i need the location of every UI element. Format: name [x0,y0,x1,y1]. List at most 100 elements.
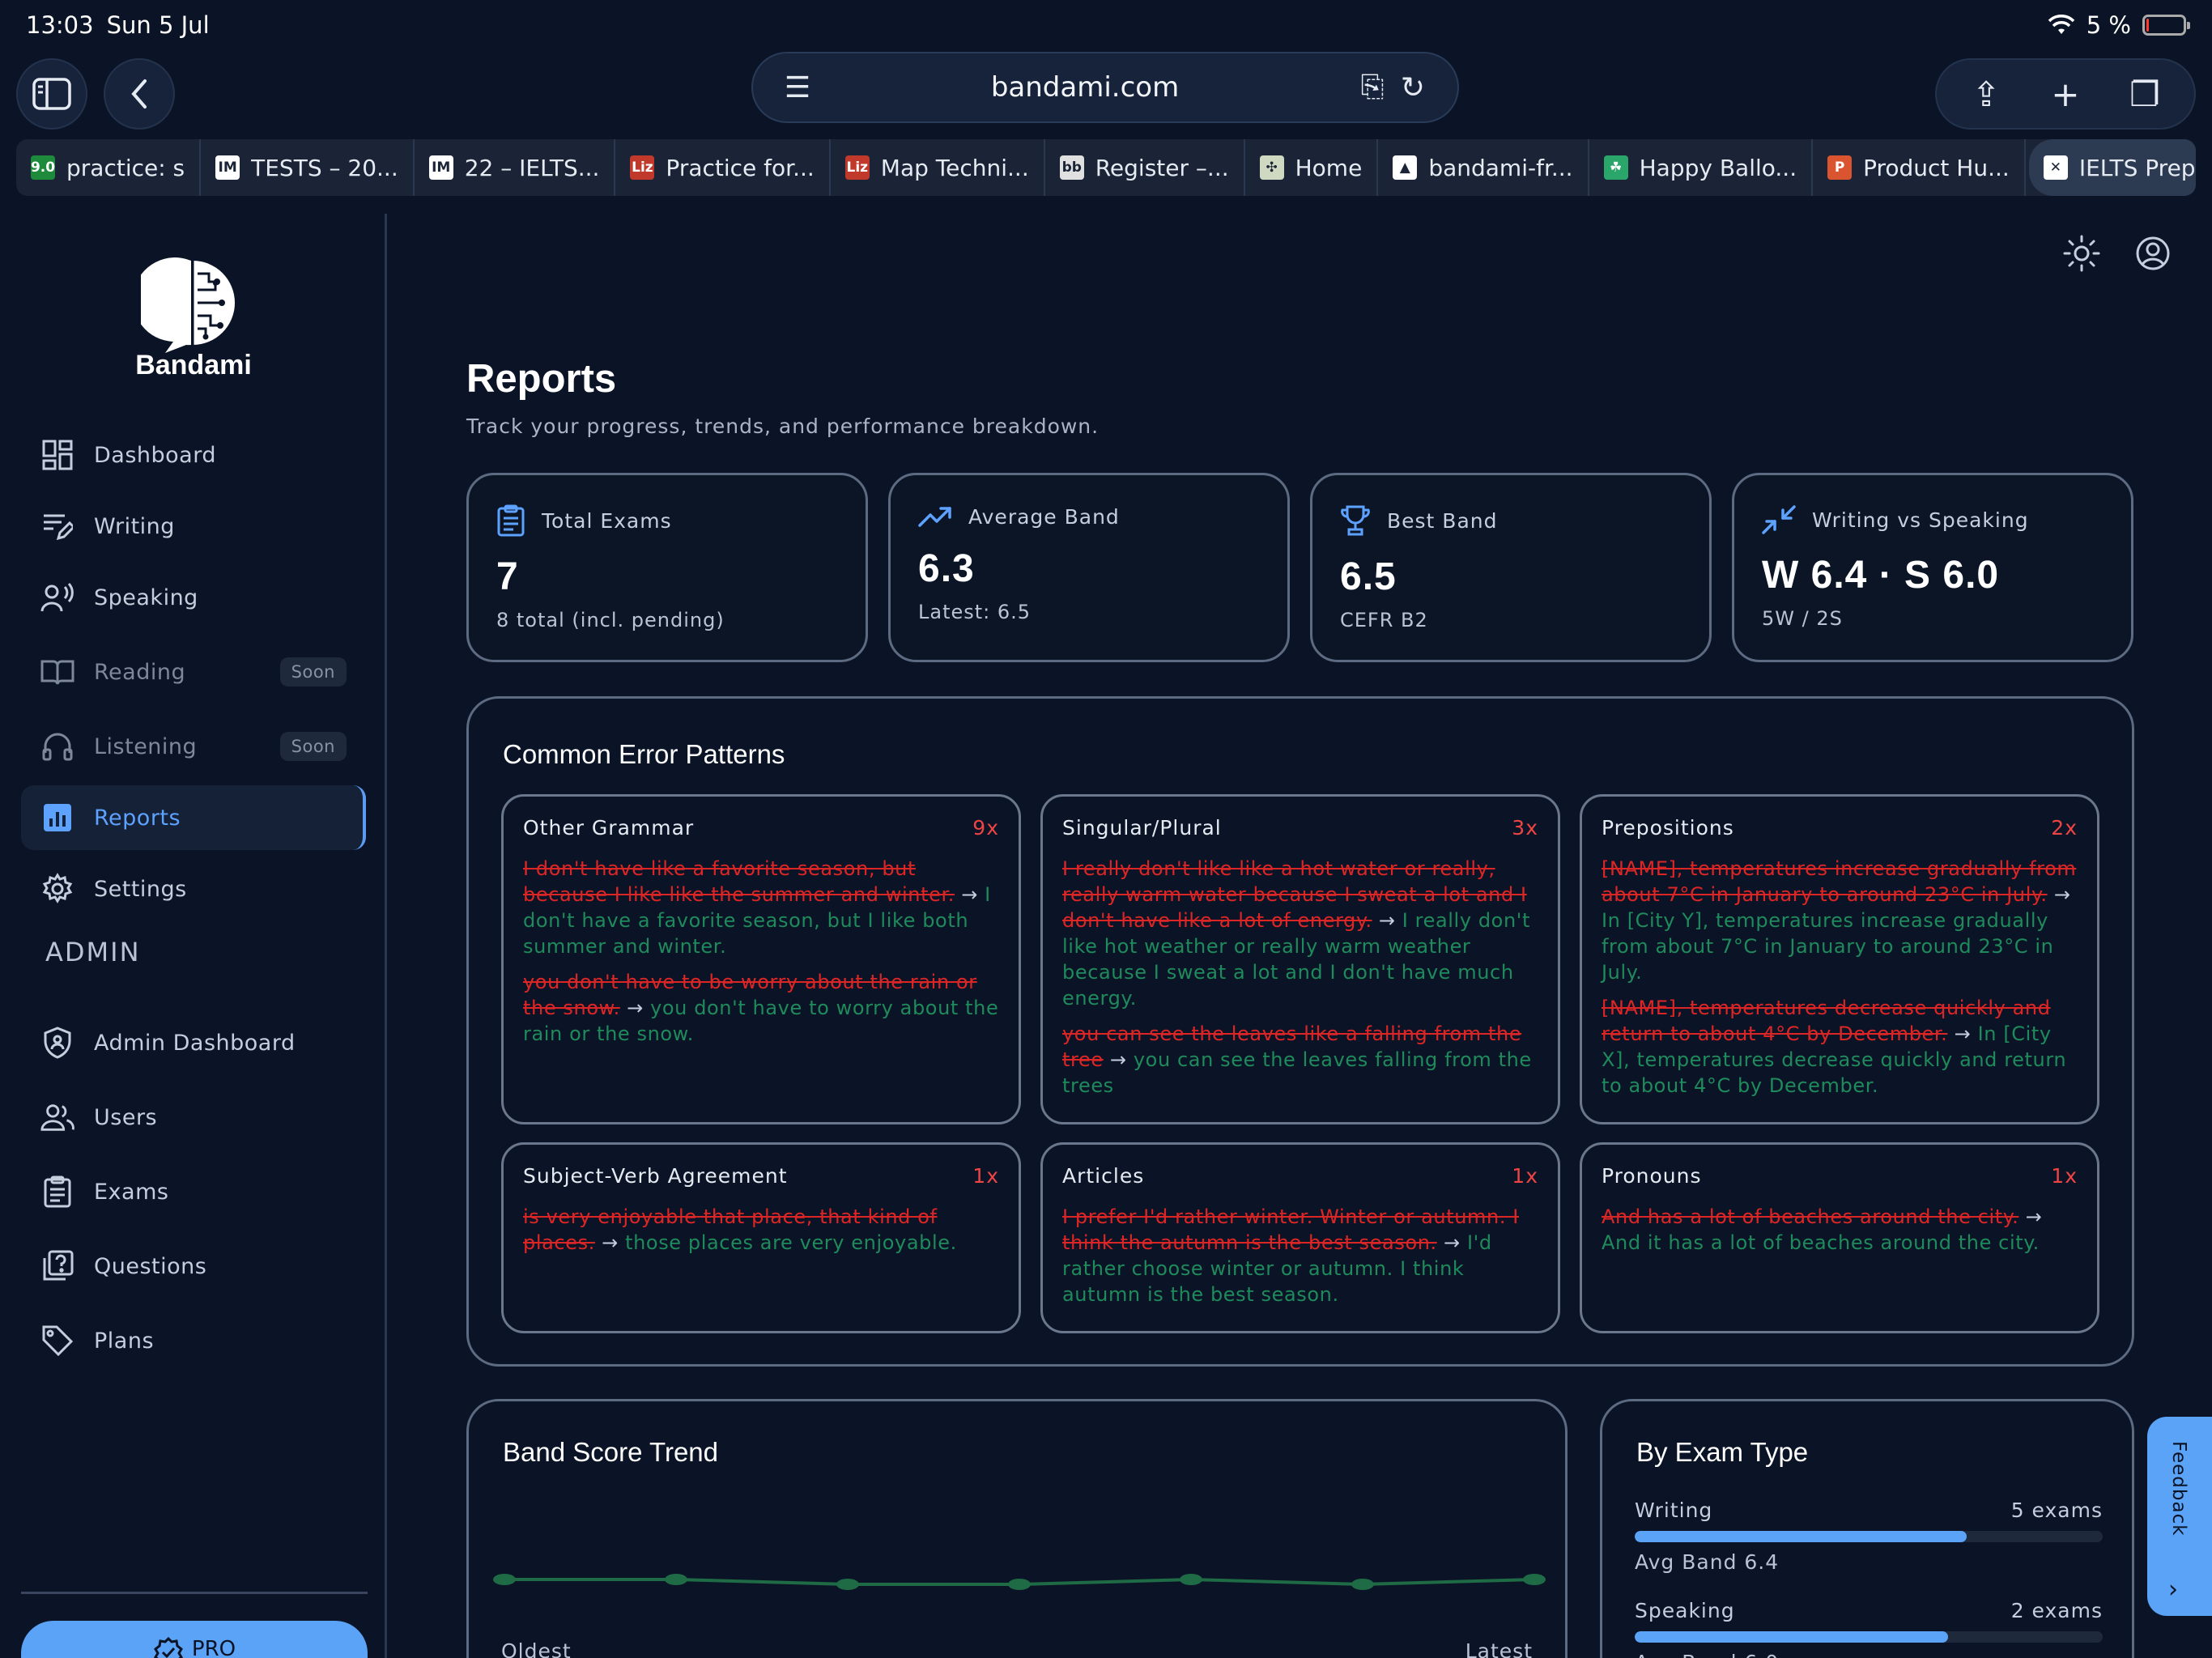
tab-overview-icon[interactable]: ❐ [2108,74,2181,114]
reload-icon[interactable]: ↻ [1393,71,1433,104]
trend-point[interactable] [1523,1574,1546,1585]
tab-label: 22 – IELTS... [464,154,600,181]
stat-subvalue: 5W / 2S [1762,607,1843,630]
theme-toggle-button[interactable] [2060,232,2104,275]
tab-favicon-icon: P [1827,155,1853,180]
sidebar-item-label: Writing [94,513,175,539]
account-button[interactable] [2131,232,2175,275]
error-example: I prefer I'd rather winter. Winter or au… [1062,1204,1538,1307]
trend-point[interactable] [1351,1579,1374,1590]
trend-point[interactable] [493,1574,516,1585]
browser-tab[interactable]: ▲ bandami-fr... [1378,139,1589,196]
trend-point[interactable] [836,1579,859,1590]
sidebar-item-speaking[interactable]: Speaking [21,565,366,630]
feedback-tab[interactable]: Feedback › [2147,1417,2212,1616]
sidebar-item-label: Settings [94,876,187,902]
brand-name: Bandami [135,350,252,380]
bandami-logo-icon [141,257,235,353]
browser-tab[interactable]: ☘ Happy Ballo... [1589,139,1814,196]
sidebar-item-settings[interactable]: Settings [21,857,366,921]
browser-tab[interactable]: bb Register –... [1045,139,1245,196]
trophy-icon [1341,505,1370,536]
tab-favicon-icon: ▲ [1393,155,1418,180]
dashboard-icon [40,438,74,472]
sidebar-item-dashboard[interactable]: Dashboard [21,423,366,487]
error-pattern-card: Other Grammar 9x I don't have like a favor… [501,794,1021,1124]
page-menu-icon[interactable]: ☰ [777,71,818,104]
browser-tab[interactable]: ✣ Home [1245,139,1379,196]
exam-type-avg: Avg Band 6.0 [1635,1651,1779,1658]
tab-label: bandami-fr... [1428,154,1573,181]
error-category: Prepositions [1602,816,1734,840]
stat-card-writing-vs-speaking: Writing vs Speaking W 6.4 · S 6.0 5W / 2… [1732,473,2133,662]
sidebar: Bandami Dashboard Writing Speaking Readi… [0,214,387,1658]
stat-label: Average Band [968,504,1120,529]
pro-button[interactable]: PRO [21,1621,368,1658]
exam-type-row: Writing 5 exams [1635,1499,2103,1522]
sidebar-item-plans[interactable]: Plans [21,1308,366,1373]
browser-tab[interactable]: IM TESTS – 20... [201,139,415,196]
browser-tab[interactable]: IM 22 – IELTS... [415,139,616,196]
sidebar-item-admin-dashboard[interactable]: Admin Dashboard [21,1010,366,1075]
tab-label: practice: s [66,154,185,181]
stat-label: Best Band [1387,508,1498,533]
exam-type-row: Speaking 2 exams [1635,1599,2103,1622]
error-patterns-panel: Common Error Patterns Other Grammar 9x I d… [466,696,2134,1367]
tab-label: Home [1295,154,1363,181]
stat-subvalue: CEFR B2 [1340,609,1428,631]
sidebar-item-questions[interactable]: Questions [21,1234,366,1299]
arrow-icon: → [2053,883,2071,906]
tab-favicon-icon: ✣ [1259,155,1284,180]
error-example: And has a lot of beaches around the city… [1602,1204,2078,1256]
exam-type-label: Writing [1635,1499,1713,1522]
band-trend-chart [493,1574,1546,1590]
sun-icon [2063,235,2100,272]
battery-percent: 5 % [2086,11,2131,39]
sidebar-item-listening[interactable]: Listening Soon [21,714,366,779]
stat-card-total-exams: Total Exams 7 8 total (incl. pending) [466,473,868,662]
trend-point[interactable] [1180,1574,1202,1585]
error-pattern-card: Prepositions 2x [NAME], temperatures incre… [1580,794,2099,1124]
error-example: I don't have like a favorite season, but… [523,856,999,959]
error-category: Singular/Plural [1062,816,1222,840]
new-tab-icon[interactable]: + [2029,74,2102,114]
url-text[interactable]: bandami.com [818,71,1352,104]
tab-favicon-icon: 9.0 [31,155,55,180]
sidebar-item-users[interactable]: Users [21,1085,366,1150]
share-icon[interactable]: ⇪ [1950,74,2023,114]
error-category: Articles [1062,1164,1145,1188]
users-icon [40,1100,74,1134]
tab-label: Practice for... [666,154,815,181]
arrow-icon: → [1444,1231,1461,1254]
tab-favicon-icon: IM [215,155,240,180]
back-button[interactable] [104,58,175,130]
sidebar-item-label: Admin Dashboard [94,1030,296,1056]
sidebar-item-label: Dashboard [94,442,216,468]
error-count: 1x [1512,1164,1538,1188]
sidebar-item-reports[interactable]: Reports [21,785,366,850]
stat-card-average-band: Average Band 6.3 Latest: 6.5 [888,473,1290,662]
trend-point[interactable] [1008,1579,1031,1590]
browser-tab[interactable]: 9.0 practice: s [16,139,202,196]
sidebar-toggle-button[interactable] [16,58,87,130]
sidebar-item-reading[interactable]: Reading Soon [21,640,366,704]
trend-point[interactable] [665,1574,687,1585]
browser-tab[interactable]: Liz Practice for... [615,139,831,196]
reports-icon [40,801,74,835]
clipboard-icon [40,1175,74,1209]
browser-tab[interactable]: ✕ IELTS Prep... [2028,139,2196,196]
exam-type-bar-fill [1635,1531,1967,1542]
arrow-icon: → [1109,1048,1127,1071]
browser-tab[interactable]: Liz Map Techni... [831,139,1045,196]
error-pattern-card: Articles 1x I prefer I'd rather winter. Wi… [1040,1142,1560,1333]
pro-label: PRO [191,1637,236,1658]
incorrect-text: I don't have like a favorite season, but… [523,857,955,906]
tab-favicon-icon: ✕ [2043,155,2068,180]
status-date: Sun 5 Jul [106,11,210,39]
address-bar[interactable]: ☰ bandami.com ⎘ ↻ [751,52,1459,123]
browser-tab[interactable]: P Product Hu... [1813,139,2026,196]
sidebar-item-writing[interactable]: Writing [21,494,366,559]
extension-icon[interactable]: ⎘ [1352,70,1393,104]
sidebar-item-exams[interactable]: Exams [21,1159,366,1224]
tab-label: Register –... [1095,154,1229,181]
